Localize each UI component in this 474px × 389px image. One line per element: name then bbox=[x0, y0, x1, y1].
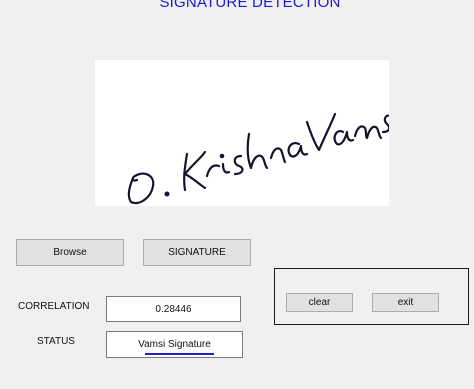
correlation-field[interactable]: 0.28446 bbox=[106, 296, 241, 322]
signature-image bbox=[95, 60, 389, 206]
status-label: STATUS bbox=[37, 336, 75, 347]
clear-button[interactable]: clear bbox=[286, 293, 353, 312]
exit-button[interactable]: exit bbox=[372, 293, 439, 312]
page-title: SIGNATURE DETECTION bbox=[159, 0, 341, 11]
handwritten-signature-drawing bbox=[127, 112, 389, 205]
correlation-label: CORRELATION bbox=[18, 301, 90, 312]
browse-button[interactable]: Browse bbox=[16, 239, 124, 266]
signature-button[interactable]: SIGNATURE bbox=[143, 239, 251, 266]
status-text-underline bbox=[145, 353, 214, 355]
